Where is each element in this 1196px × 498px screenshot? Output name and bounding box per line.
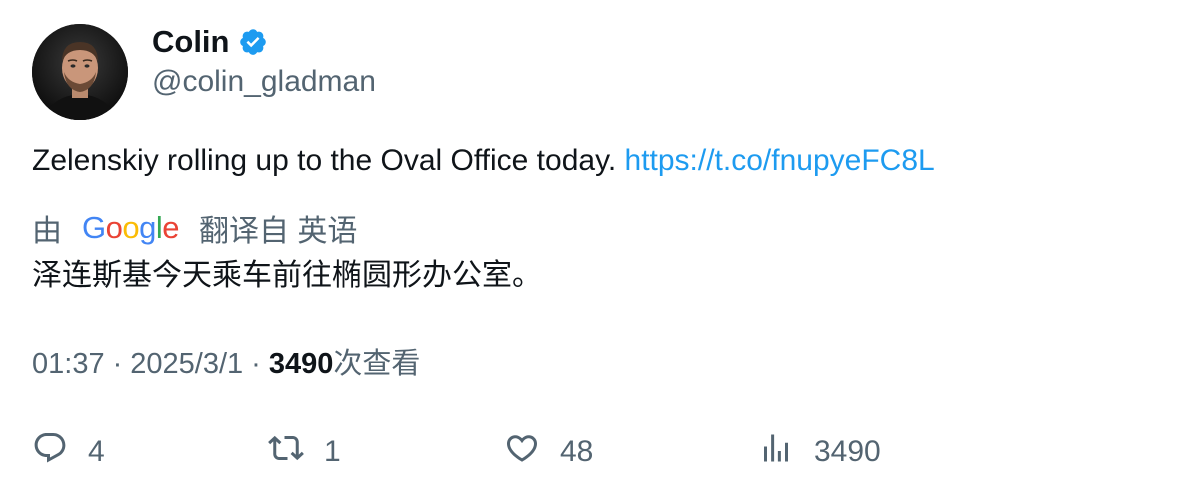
avatar[interactable] — [32, 24, 128, 120]
meta-separator: · — [251, 348, 261, 380]
translation-prefix: 由 — [32, 215, 62, 248]
reply-count: 4 — [88, 435, 105, 468]
retweet-button[interactable]: 1 — [268, 430, 341, 474]
like-button[interactable]: 48 — [504, 430, 593, 474]
retweet-icon — [268, 430, 304, 474]
views-button[interactable]: 3490 — [758, 430, 881, 474]
reply-button[interactable]: 4 — [32, 430, 105, 474]
tweet-header: Colin @colin_gladman — [32, 24, 732, 120]
views-action-count: 3490 — [814, 435, 881, 468]
action-bar: 4 1 48 3490 — [32, 430, 1172, 474]
views-count: 3490 — [268, 348, 334, 380]
meta-separator: · — [112, 348, 123, 380]
tweet-body: Zelenskiy rolling up to the Oval Office … — [32, 144, 625, 177]
author-name[interactable]: Colin — [152, 24, 230, 60]
verified-badge-icon — [238, 27, 268, 57]
tweet-link[interactable]: https://t.co/fnupyeFC8L — [625, 144, 935, 177]
reply-icon — [32, 430, 68, 474]
views-label: 次查看 — [333, 348, 421, 380]
tweet-text: Zelenskiy rolling up to the Oval Office … — [32, 142, 935, 180]
like-count: 48 — [560, 435, 594, 468]
retweet-count: 1 — [324, 435, 341, 468]
tweet-meta: 01:37 · 2025/3/1 · 3490 次查看 — [32, 344, 420, 384]
translated-text: 泽连斯基今天乘车前往椭圆形办公室。 — [32, 259, 542, 292]
heart-icon — [504, 430, 540, 474]
analytics-icon — [758, 430, 794, 474]
avatar-image — [32, 24, 128, 120]
google-logo-icon: Google — [82, 210, 180, 245]
translation-label[interactable]: 翻译自 英语 — [199, 206, 357, 250]
tweet-date[interactable]: 2025/3/1 — [130, 344, 243, 384]
author-handle[interactable]: @colin_gladman — [152, 64, 376, 100]
name-row: Colin — [152, 24, 268, 60]
translation-attribution: 由 Google 翻译自 英语 — [32, 208, 369, 248]
tweet-time[interactable]: 01:37 — [32, 344, 105, 384]
